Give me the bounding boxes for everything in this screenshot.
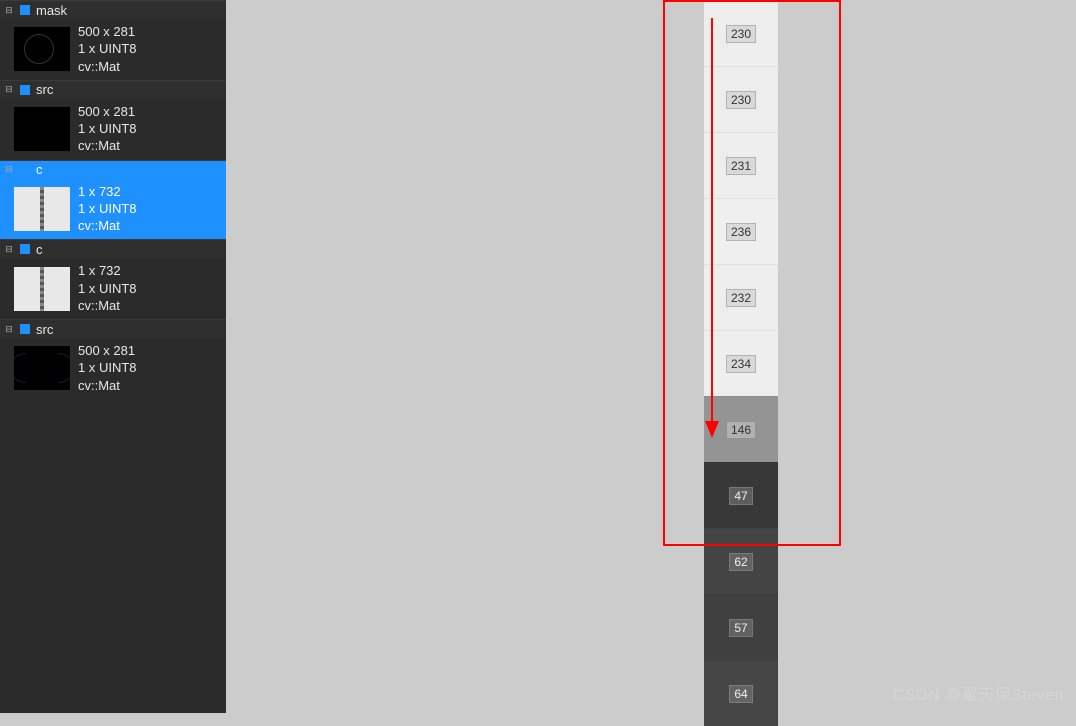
expander-icon[interactable]: ⊟ [4, 244, 14, 254]
item-body[interactable]: 1 x 7321 x UINT8cv::Mat [0, 258, 226, 319]
pixel-cell[interactable]: 234 [704, 330, 778, 396]
color-chip-icon [20, 5, 30, 15]
pixel-value-label: 236 [726, 223, 756, 241]
item-meta: 1 x 7321 x UINT8cv::Mat [78, 263, 137, 314]
meta-dtype: 1 x UINT8 [78, 281, 137, 297]
item-name-label: src [36, 322, 53, 337]
item-body[interactable]: 500 x 2811 x UINT8cv::Mat [0, 19, 226, 80]
item-header[interactable]: ⊟c [0, 240, 226, 258]
meta-dim: 500 x 281 [78, 104, 137, 120]
watch-item-c-3[interactable]: ⊟c1 x 7321 x UINT8cv::Mat [0, 239, 226, 319]
pixel-cell[interactable]: 231 [704, 132, 778, 198]
pixel-cell[interactable]: 57 [704, 594, 778, 660]
pixel-cell[interactable]: 64 [704, 660, 778, 726]
item-body[interactable]: 500 x 2811 x UINT8cv::Mat [0, 338, 226, 399]
meta-typ: cv::Mat [78, 59, 137, 75]
watermark: CSDN @翟天保Steven [893, 681, 1064, 705]
color-chip-icon [20, 165, 30, 175]
item-name-label: mask [36, 3, 67, 18]
pixel-value-label: 47 [729, 487, 752, 505]
pixel-value-label: 234 [726, 355, 756, 373]
meta-dim: 1 x 732 [78, 263, 137, 279]
watch-item-src-1[interactable]: ⊟ src500 x 2811 x UINT8cv::Mat [0, 80, 226, 160]
pixel-cell[interactable]: 47 [704, 462, 778, 528]
color-chip-icon [20, 244, 30, 254]
expander-icon[interactable]: ⊟ [4, 85, 14, 95]
meta-dtype: 1 x UINT8 [78, 360, 137, 376]
meta-typ: cv::Mat [78, 218, 137, 234]
expander-icon[interactable]: ⊟ [4, 165, 14, 175]
watch-item-mask-0[interactable]: ⊟ mask500 x 2811 x UINT8cv::Mat [0, 0, 226, 80]
item-header[interactable]: ⊟ src [0, 320, 226, 338]
item-meta: 1 x 7321 x UINT8cv::Mat [78, 184, 137, 235]
meta-dim: 500 x 281 [78, 24, 137, 40]
color-chip-icon [20, 324, 30, 334]
pixel-value-label: 230 [726, 91, 756, 109]
item-meta: 500 x 2811 x UINT8cv::Mat [78, 24, 137, 75]
watch-item-c-2[interactable]: ⊟c1 x 7321 x UINT8cv::Mat [0, 160, 226, 240]
item-header[interactable]: ⊟ src [0, 81, 226, 99]
item-header[interactable]: ⊟ mask [0, 1, 226, 19]
meta-dtype: 1 x UINT8 [78, 201, 137, 217]
item-body[interactable]: 1 x 7321 x UINT8cv::Mat [0, 179, 226, 240]
watch-item-src-4[interactable]: ⊟ src500 x 2811 x UINT8cv::Mat [0, 319, 226, 399]
main-canvas[interactable]: 230 230 231 236 232 234 146 47 62 57 64 CSDN @翟天保S… [232, 0, 1076, 713]
item-body[interactable]: 500 x 2811 x UINT8cv::Mat [0, 99, 226, 160]
thumbnail [14, 107, 70, 151]
item-meta: 500 x 2811 x UINT8cv::Mat [78, 343, 137, 394]
item-name-label: c [36, 242, 43, 257]
pixel-value-label: 231 [726, 157, 756, 175]
expander-icon[interactable]: ⊟ [4, 5, 14, 15]
item-meta: 500 x 2811 x UINT8cv::Mat [78, 104, 137, 155]
pixel-cell[interactable]: 230 [704, 66, 778, 132]
meta-dim: 500 x 281 [78, 343, 137, 359]
pixel-cell[interactable]: 230 [704, 0, 778, 66]
thumbnail [14, 27, 70, 71]
thumbnail [14, 346, 70, 390]
sidebar: ⊟mask500 x 2811 x UINT8cv::Mat⊟src500 x … [0, 0, 226, 713]
meta-typ: cv::Mat [78, 138, 137, 154]
pixel-cell[interactable]: 232 [704, 264, 778, 330]
pixel-value-label: 232 [726, 289, 756, 307]
pixel-value-label: 230 [726, 25, 756, 43]
meta-dtype: 1 x UINT8 [78, 121, 137, 137]
meta-dim: 1 x 732 [78, 184, 137, 200]
pixel-value-label: 57 [729, 619, 752, 637]
pixel-cell[interactable]: 62 [704, 528, 778, 594]
meta-typ: cv::Mat [78, 298, 137, 314]
item-header[interactable]: ⊟c [0, 161, 226, 179]
pixel-cell[interactable]: 146 [704, 396, 778, 462]
pixel-value-label: 146 [726, 421, 756, 439]
pixel-value-label: 64 [729, 685, 752, 703]
meta-dtype: 1 x UINT8 [78, 41, 137, 57]
pixel-cell[interactable]: 236 [704, 198, 778, 264]
item-name-label: src [36, 82, 53, 97]
thumbnail [14, 267, 70, 311]
pixel-value-label: 62 [729, 553, 752, 571]
meta-typ: cv::Mat [78, 378, 137, 394]
item-name-label: c [36, 162, 43, 177]
color-chip-icon [20, 85, 30, 95]
thumbnail [14, 187, 70, 231]
pixel-column: 230 230 231 236 232 234 146 47 62 57 64 [704, 0, 778, 726]
expander-icon[interactable]: ⊟ [4, 324, 14, 334]
